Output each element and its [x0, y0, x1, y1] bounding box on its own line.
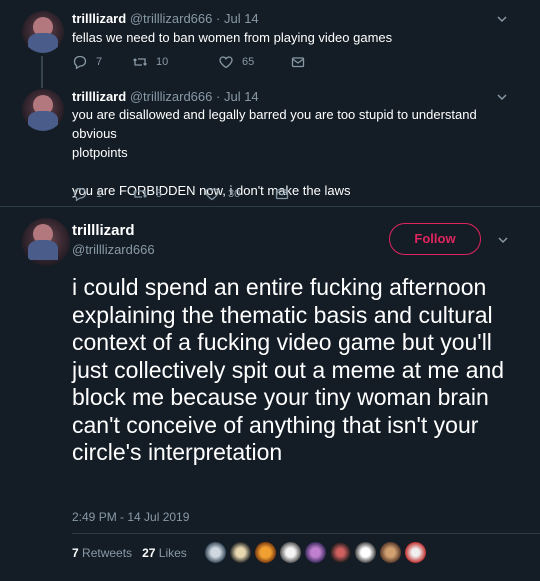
avatar[interactable]: [22, 11, 64, 53]
liker-avatar[interactable]: [304, 541, 327, 564]
display-name[interactable]: trilllizard: [72, 222, 135, 239]
chevron-down-icon[interactable]: [496, 91, 508, 103]
dm-icon: [291, 57, 305, 68]
avatar[interactable]: [22, 89, 64, 131]
dm-button[interactable]: [274, 186, 290, 202]
reply-icon: [73, 187, 87, 202]
handle[interactable]: @trilllizard666: [130, 11, 213, 26]
dm-button[interactable]: [290, 54, 306, 70]
reply-count: 7: [96, 56, 103, 68]
tweet-2[interactable]: trilllizard @trilllizard666 · Jul 14 you…: [0, 86, 540, 206]
dot-separator: ·: [216, 11, 221, 26]
reply-button[interactable]: 7: [72, 54, 132, 70]
likes-count: 27: [142, 546, 156, 560]
like-button[interactable]: 30: [204, 186, 274, 202]
tweet-text: fellas we need to ban women from playing…: [72, 30, 393, 45]
like-count: 30: [228, 188, 241, 200]
retweets-count: 7: [72, 546, 79, 560]
thread-line: [41, 56, 43, 88]
liker-avatar[interactable]: [254, 541, 277, 564]
dot-separator: ·: [216, 89, 221, 104]
retweet-icon: [133, 58, 147, 66]
liker-avatar[interactable]: [229, 541, 252, 564]
retweet-count: 5: [156, 188, 163, 200]
liker-avatar[interactable]: [204, 541, 227, 564]
likes-label: Likes: [158, 546, 187, 560]
handle[interactable]: @trilllizard666: [72, 242, 155, 257]
reply-count: 1: [96, 188, 103, 200]
likes-stat[interactable]: 27 Likes: [142, 546, 187, 560]
tweet-1[interactable]: trilllizard @trilllizard666 · Jul 14 fel…: [0, 0, 540, 88]
tweet-actions: 1 5 30: [72, 185, 290, 203]
liker-avatar[interactable]: [379, 541, 402, 564]
chevron-down-icon[interactable]: [496, 13, 508, 25]
reply-button[interactable]: 1: [72, 186, 132, 202]
engagement-stats: 7 Retweets 27 Likes: [72, 546, 187, 560]
chevron-down-icon[interactable]: [497, 234, 509, 246]
display-name[interactable]: trilllizard: [72, 89, 126, 104]
like-count: 65: [242, 56, 255, 68]
tweet-header: trilllizard @trilllizard666 · Jul 14: [72, 89, 259, 104]
reply-icon: [73, 55, 87, 70]
liker-avatar[interactable]: [354, 541, 377, 564]
follow-button[interactable]: Follow: [389, 223, 481, 255]
like-icon: [219, 56, 233, 69]
liker-avatar[interactable]: [329, 541, 352, 564]
tweet-actions: 7 10 65: [72, 53, 306, 71]
tweet-date[interactable]: Jul 14: [224, 11, 259, 26]
retweet-icon: [133, 190, 147, 198]
display-name[interactable]: trilllizard: [72, 11, 126, 26]
likers-avatars: [204, 541, 429, 567]
tweet-text-line: you are disallowed and legally barred yo…: [72, 107, 477, 141]
dm-icon: [275, 189, 289, 200]
tweet-text-line: plotpoints: [72, 145, 128, 160]
tweet-header: trilllizard @trilllizard666 · Jul 14: [72, 11, 259, 26]
tweet-timestamp[interactable]: 2:49 PM - 14 Jul 2019: [72, 510, 189, 524]
retweets-label: Retweets: [82, 546, 133, 560]
like-button[interactable]: 65: [218, 54, 290, 70]
retweet-count: 10: [156, 56, 169, 68]
handle[interactable]: @trilllizard666: [130, 89, 213, 104]
avatar[interactable]: [22, 218, 70, 266]
divider: [72, 533, 540, 534]
like-icon: [205, 188, 219, 201]
divider: [0, 206, 540, 207]
retweets-stat[interactable]: 7 Retweets: [72, 546, 132, 560]
tweet-date[interactable]: Jul 14: [224, 89, 259, 104]
retweet-button[interactable]: 5: [132, 186, 204, 202]
focused-tweet-text: i could spend an entire fucking afternoo…: [72, 274, 505, 465]
liker-avatar[interactable]: [404, 541, 427, 564]
liker-avatar[interactable]: [279, 541, 302, 564]
retweet-button[interactable]: 10: [132, 54, 218, 70]
